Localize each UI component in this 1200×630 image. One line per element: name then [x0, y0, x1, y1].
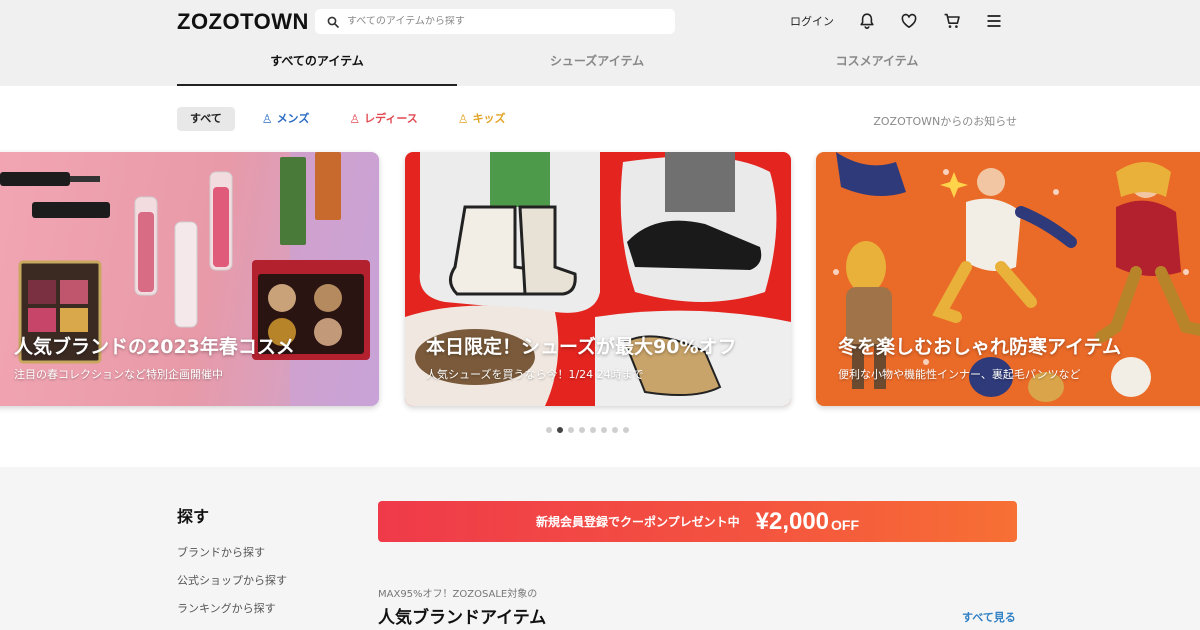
category-tabs: すべてのアイテム シューズアイテム コスメアイテム: [177, 44, 1017, 86]
logo[interactable]: ZOZOTOWN: [177, 9, 309, 35]
see-all-link[interactable]: すべて見る: [962, 609, 1016, 625]
coupon-amount: ¥2,000: [755, 507, 830, 535]
woman-icon: ♙: [349, 112, 361, 126]
coupon-text: 新規会員登録でクーポンプレゼント中: [535, 515, 740, 529]
tab-all-items[interactable]: すべてのアイテム: [177, 44, 457, 86]
carousel-dot[interactable]: [601, 427, 607, 433]
search-icon: [327, 16, 339, 28]
notice-link[interactable]: ZOZOTOWNからのお知らせ: [873, 113, 1017, 129]
man-icon: ♙: [261, 112, 273, 126]
carousel-dot[interactable]: [590, 427, 596, 433]
heart-icon[interactable]: [899, 11, 919, 31]
section-subtitle: MAX95%オフ！ZOZOSALE対象の: [378, 589, 538, 600]
filter-ladies[interactable]: ♙ レディース: [336, 107, 430, 131]
filter-ladies-label: レディース: [364, 112, 418, 125]
banner-title: 冬を楽しむおしゃれ防寒アイテム: [838, 336, 1122, 358]
banner-title: 本日限定！シューズが最大90%オフ: [426, 336, 737, 358]
banner-shoes[interactable]: 本日限定！シューズが最大90%オフ 人気シューズを買うなら今！1/24 24時ま…: [405, 152, 791, 406]
banner-cosme[interactable]: 人気ブランドの2023年春コスメ 注目の春コレクションなど特別企画開催中: [0, 152, 379, 406]
menu-icon[interactable]: [984, 11, 1004, 31]
filter-kids[interactable]: ♙ キッズ: [445, 107, 519, 131]
banner-title: 人気ブランドの2023年春コスメ: [14, 336, 295, 358]
carousel-dot[interactable]: [623, 427, 629, 433]
header: ZOZOTOWN ログイン すべてのアイテム シューズアイテム コスメアイテム: [0, 0, 1200, 86]
carousel-dot[interactable]: [579, 427, 585, 433]
coupon-banner[interactable]: 新規会員登録でクーポンプレゼント中 ¥2,000 OFF: [378, 501, 1017, 542]
carousel-dot[interactable]: [612, 427, 618, 433]
carousel-dot[interactable]: [568, 427, 574, 433]
sidebar-link-brand[interactable]: ブランドから探す: [177, 544, 265, 560]
carousel-dots: [546, 427, 629, 433]
section-title: 人気ブランドアイテム: [378, 608, 547, 628]
carousel-dot[interactable]: [557, 427, 563, 433]
tab-cosme-items[interactable]: コスメアイテム: [737, 44, 1017, 86]
child-icon: ♙: [457, 112, 469, 126]
carousel-dot[interactable]: [546, 427, 552, 433]
search-input[interactable]: [347, 16, 647, 27]
sidebar-link-shop[interactable]: 公式ショップから探す: [177, 572, 287, 588]
sidebar-title: 探す: [177, 507, 210, 526]
search-bar[interactable]: [315, 9, 675, 34]
banner-subtitle: 注目の春コレクションなど特別企画開催中: [14, 368, 223, 381]
banner-winter[interactable]: 冬を楽しむおしゃれ防寒アイテム 便利な小物や機能性インナー、裏起毛パンツなど: [816, 152, 1200, 406]
bell-icon[interactable]: [857, 11, 877, 31]
filter-mens[interactable]: ♙ メンズ: [249, 107, 323, 131]
filter-mens-label: メンズ: [276, 112, 310, 125]
cart-icon[interactable]: [942, 11, 962, 31]
coupon-off: OFF: [831, 516, 860, 533]
login-link[interactable]: ログイン: [790, 13, 834, 29]
sidebar-link-ranking[interactable]: ランキングから探す: [177, 600, 276, 616]
gender-filters: すべて ♙ メンズ ♙ レディース ♙ キッズ: [177, 107, 519, 131]
banner-subtitle: 人気シューズを買うなら今！1/24 24時まで: [426, 368, 644, 381]
tab-shoes-items[interactable]: シューズアイテム: [457, 44, 737, 86]
filter-all[interactable]: すべて: [177, 107, 235, 131]
filter-all-label: すべて: [190, 112, 222, 125]
filter-kids-label: キッズ: [472, 112, 506, 125]
banner-subtitle: 便利な小物や機能性インナー、裏起毛パンツなど: [838, 368, 1081, 381]
